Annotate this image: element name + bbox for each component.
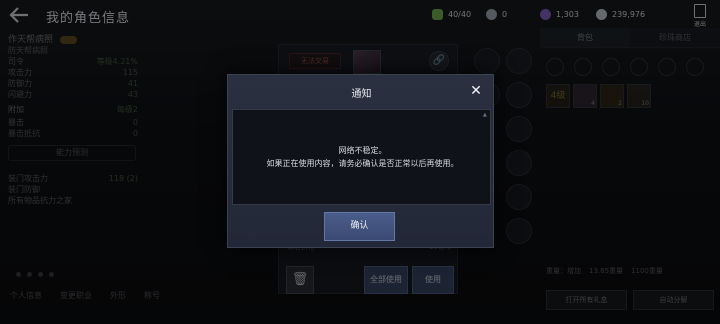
notice-dialog: 通知 ✕ ▲ 网络不稳定。 如果正在使用内容，请务必确认是否正常以后再使用。 确… (227, 74, 494, 248)
message-line-1: 网络不稳定。 (338, 146, 387, 155)
message-box: ▲ 网络不稳定。 如果正在使用内容，请务必确认是否正常以后再使用。 (232, 109, 491, 205)
confirm-button[interactable]: 确认 (324, 212, 395, 241)
game-screen: 我的角色信息 40/40 0 1,303 239,976 退出 作天帮病照 防天… (0, 0, 720, 324)
close-icon[interactable]: ✕ (469, 84, 483, 98)
message-line-2: 如果正在使用内容，请务必确认是否正常以后再使用。 (266, 159, 459, 168)
scroll-indicator-icon: ▲ (483, 112, 487, 118)
dialog-title: 通知 (351, 89, 372, 100)
dialog-header: 通知 ✕ (228, 75, 495, 108)
